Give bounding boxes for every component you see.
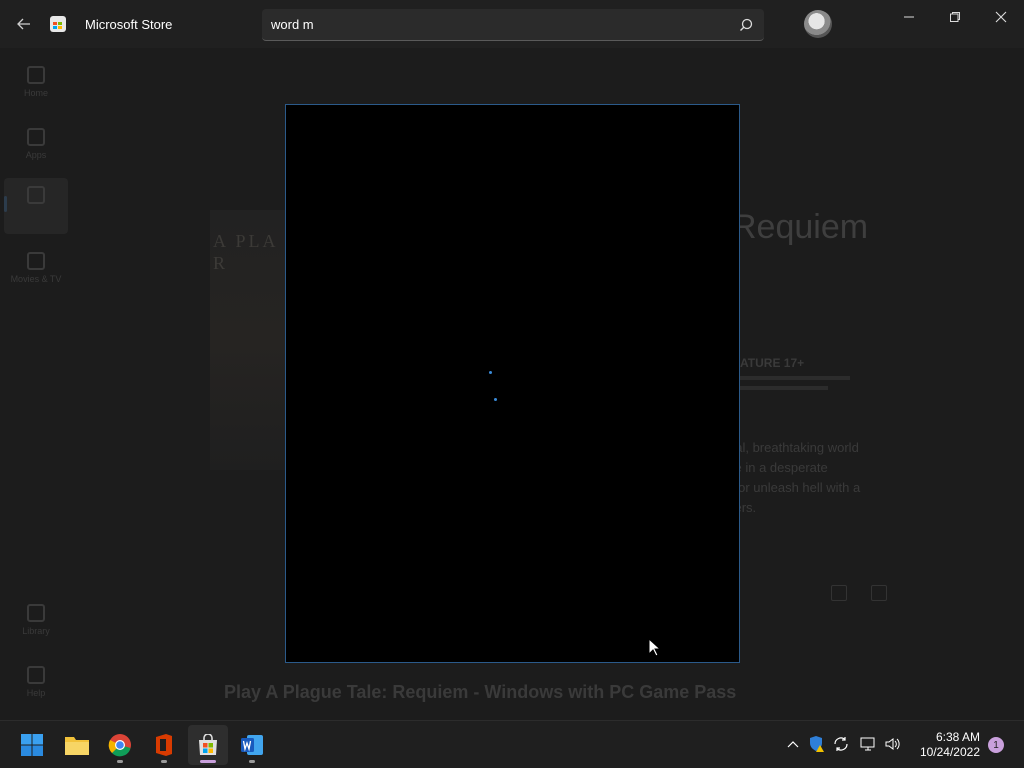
running-indicator (117, 760, 123, 763)
sidebar-item-label: Home (23, 88, 48, 98)
office-icon (156, 734, 172, 756)
title-bar: Microsoft Store (0, 0, 1024, 48)
product-description: ual, breathtaking world ve in a desperat… (728, 440, 861, 515)
office-button[interactable] (144, 725, 184, 765)
arrow-left-icon (17, 18, 30, 30)
apps-icon (27, 128, 45, 146)
gift-icon[interactable] (831, 585, 847, 601)
start-icon (21, 734, 43, 756)
sidebar-item-help[interactable]: Help (4, 658, 68, 714)
microsoft-store-icon (199, 734, 217, 755)
network-icon (860, 737, 875, 751)
restore-icon (950, 12, 960, 22)
restore-button[interactable] (938, 6, 972, 28)
microsoft-store-logo-icon (50, 16, 66, 32)
rating-details (740, 376, 850, 400)
chevron-up-icon (787, 741, 799, 748)
sidebar-item-library[interactable]: Library (4, 596, 68, 652)
minimize-button[interactable] (892, 6, 926, 28)
close-button[interactable] (984, 6, 1018, 28)
word-icon (241, 735, 263, 755)
back-button[interactable] (8, 8, 40, 40)
close-icon (995, 11, 1007, 23)
file-explorer-button[interactable] (57, 725, 97, 765)
age-rating: ATURE 17+ (740, 356, 805, 370)
clock-date: 10/24/2022 (919, 745, 980, 759)
game-pass-banner[interactable]: Play A Plague Tale: Requiem - Windows wi… (224, 682, 736, 703)
library-icon (27, 604, 45, 622)
start-button[interactable] (12, 725, 52, 765)
sync-icon (834, 737, 848, 751)
microsoft-store-button[interactable] (188, 725, 228, 765)
cover-art-text: A PLA R (213, 231, 279, 273)
search-icon[interactable] (738, 17, 754, 33)
sidebar-item-label: Apps (25, 150, 47, 160)
help-icon (27, 666, 45, 684)
sidebar-item-label: Movies & TV (10, 274, 62, 284)
sidebar-item-label: Library (22, 626, 50, 636)
share-icon[interactable] (871, 585, 887, 601)
network-tray-button[interactable] (859, 735, 877, 753)
app-title: Microsoft Store (85, 17, 173, 32)
show-hidden-icons-button[interactable] (784, 735, 802, 753)
loading-dialog[interactable] (285, 104, 740, 663)
minimize-icon (904, 16, 914, 18)
user-avatar[interactable] (804, 10, 832, 38)
loading-spinner-dot (489, 371, 492, 374)
volume-tray-button[interactable] (884, 735, 902, 753)
movies-tv-icon (27, 252, 45, 270)
sidebar: Home Apps Movies & TV Library Help (0, 48, 72, 720)
volume-icon (885, 738, 900, 750)
clock-time: 6:38 AM (935, 730, 980, 744)
home-icon (27, 66, 45, 84)
chrome-icon (108, 734, 131, 757)
running-indicator (249, 760, 255, 763)
sidebar-item-apps[interactable]: Apps (4, 120, 68, 176)
file-explorer-icon (65, 737, 89, 755)
microsoft-store-window: Microsoft Store Home Apps Mov (0, 0, 1024, 720)
taskbar: 6:38 AM 10/24/2022 1 (0, 720, 1024, 768)
search-input[interactable] (271, 17, 711, 32)
sync-tray-button[interactable] (832, 735, 850, 753)
chrome-button[interactable] (100, 725, 140, 765)
running-indicator (161, 760, 167, 763)
mouse-cursor-icon (648, 638, 662, 657)
word-button[interactable] (232, 725, 272, 765)
gaming-icon (27, 186, 45, 204)
sidebar-item-gaming[interactable] (4, 178, 68, 234)
loading-spinner-dot (494, 398, 497, 401)
active-indicator (200, 760, 216, 763)
security-tray-button[interactable] (808, 735, 826, 753)
sidebar-item-home[interactable]: Home (4, 58, 68, 114)
sidebar-item-movies-tv[interactable]: Movies & TV (4, 244, 68, 300)
product-title: Requiem (732, 208, 869, 246)
notification-badge[interactable]: 1 (988, 737, 1004, 753)
shield-warning-icon (810, 736, 824, 752)
taskbar-clock[interactable]: 6:38 AM 10/24/2022 (910, 730, 980, 760)
sidebar-item-label: Help (26, 688, 46, 698)
search-box[interactable] (262, 9, 764, 41)
